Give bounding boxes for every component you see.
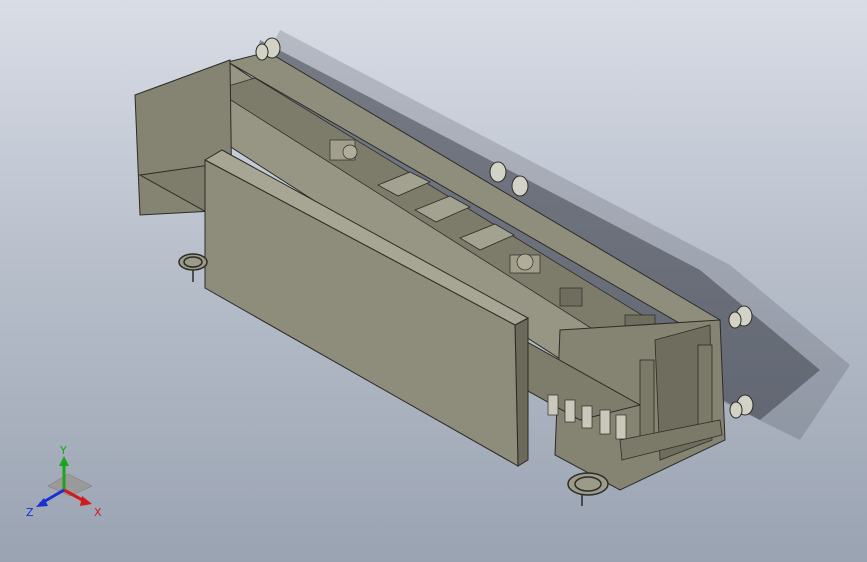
y-axis-head [59, 456, 69, 466]
handwheel-right[interactable] [567, 472, 609, 506]
machine-assembly-model[interactable] [0, 0, 867, 562]
x-axis-head [80, 496, 92, 506]
coordinate-triad: Y X Z [26, 446, 102, 519]
cad-3d-viewport[interactable]: Y X Z [0, 0, 867, 562]
z-axis-label: Z [26, 506, 34, 519]
y-axis-label: Y [59, 446, 67, 457]
x-axis-label: X [94, 506, 102, 519]
handwheel-left[interactable] [178, 253, 208, 282]
